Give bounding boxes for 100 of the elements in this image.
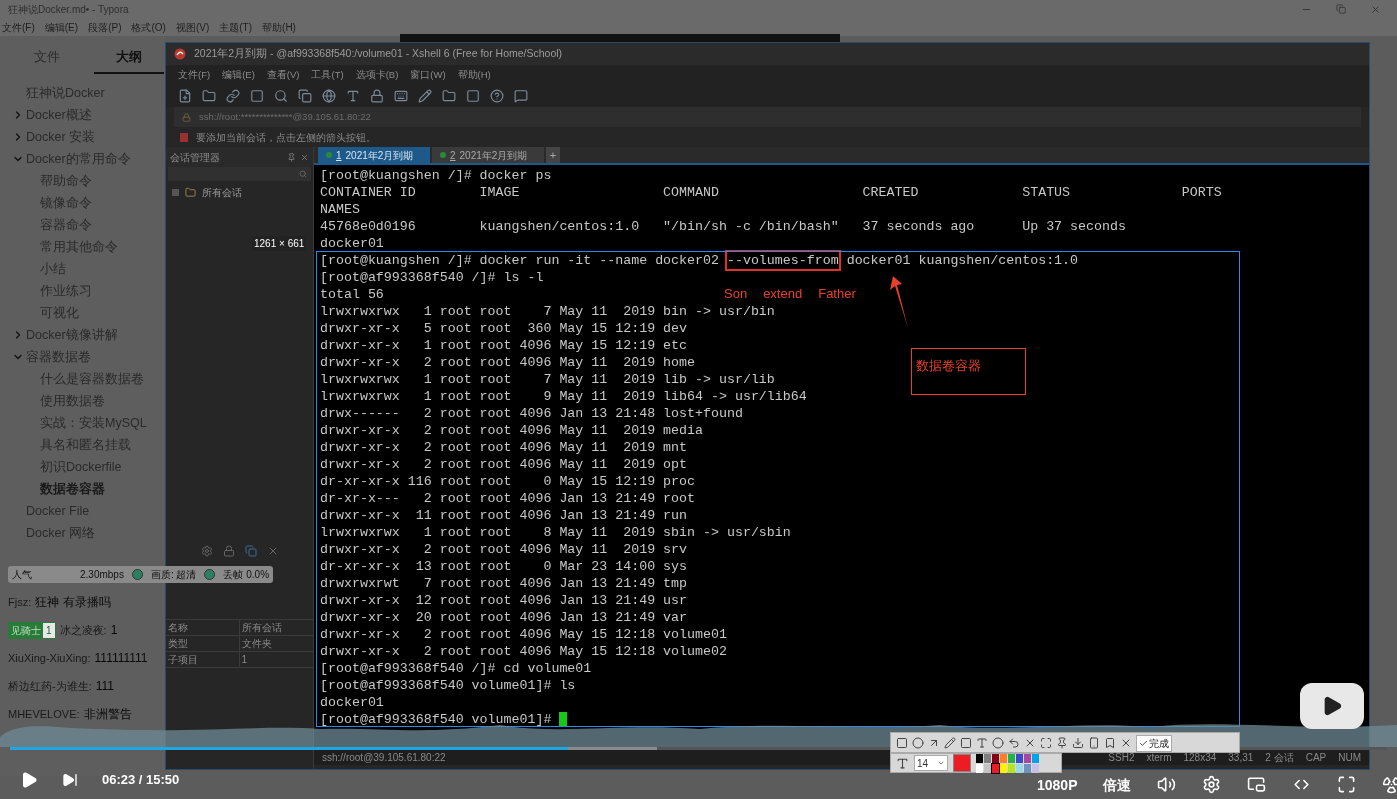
search-field[interactable] [168, 167, 311, 181]
status-text: ssh://root@39.105.61.80:22 [322, 750, 446, 765]
progress-track[interactable] [10, 747, 1387, 750]
arrow-tool-icon[interactable] [928, 737, 940, 749]
rectangle-tool-icon[interactable] [896, 737, 908, 749]
outline-item[interactable]: 数据卷容器 [40, 479, 105, 499]
link-icon[interactable] [226, 89, 240, 103]
copy-icon[interactable] [298, 89, 312, 103]
address-field[interactable]: ssh://root:**************@39.105.61.80:22 [199, 109, 371, 125]
menu-item[interactable]: 窗口(W) [410, 67, 446, 83]
comment-text: 1 [110, 622, 118, 639]
terminal-line: 45768e0d0196 kuangshen/centos:1.0 "/bin/sh -c /bin/bash" 37 seconds ago Up 37 seconds [320, 218, 1126, 235]
menu-item[interactable]: 查看(V) [266, 67, 300, 83]
color-swatch[interactable] [1032, 753, 1039, 763]
phone-icon[interactable] [1088, 737, 1100, 749]
color-swatch[interactable] [1008, 763, 1015, 773]
help-icon[interactable] [490, 89, 504, 103]
panel-title: 会话管理器 [170, 150, 220, 165]
color-swatch[interactable] [976, 763, 983, 773]
session-tab[interactable]: 2 2021年2月到期 [432, 147, 544, 163]
gear-icon[interactable] [200, 545, 213, 557]
color-swatch[interactable] [1024, 753, 1031, 763]
new-file-icon[interactable] [178, 89, 192, 103]
menu-item[interactable]: 段落(P) [88, 19, 122, 35]
lock-icon[interactable] [222, 545, 235, 557]
fullscreen-icon[interactable] [1337, 775, 1357, 794]
play-icon[interactable] [20, 770, 38, 789]
frame-drop-text: 丢帧 0.0% [223, 568, 270, 582]
folder-icon[interactable] [442, 89, 456, 103]
annotation-text: Son [724, 285, 748, 303]
text-tool-icon[interactable] [976, 737, 988, 749]
quality-button[interactable]: 1080P [1037, 776, 1078, 793]
menu-item[interactable]: 编辑(E) [44, 19, 79, 35]
current-color-swatch[interactable] [953, 754, 971, 772]
download-icon[interactable] [1072, 737, 1084, 749]
pin-icon[interactable] [287, 152, 296, 162]
pin-icon[interactable] [1056, 737, 1068, 749]
color-swatch[interactable] [1016, 753, 1023, 763]
color-swatch[interactable] [984, 763, 991, 773]
terminal-line: [root@kuangshen /]# docker ps [320, 167, 552, 184]
menu-item[interactable]: 帮助(H) [457, 67, 491, 83]
color-swatch[interactable] [1016, 763, 1023, 773]
color-swatch[interactable] [1008, 753, 1015, 763]
terminal-line: drwxr-xr-x 2 root root 4096 May 15 12:18 volume02 [320, 643, 727, 660]
speed-button[interactable]: 倍速 [1103, 776, 1132, 793]
color-swatch[interactable] [1000, 753, 1007, 763]
session-tab[interactable]: 1 2021年2月到期 [318, 147, 430, 163]
color-swatch[interactable] [1024, 763, 1031, 773]
menu-item[interactable]: 文件(F) [178, 67, 211, 83]
bookmark-icon [180, 132, 188, 142]
menu-item[interactable]: 文件(F) [2, 19, 35, 35]
pencil-tool-icon[interactable] [944, 737, 956, 749]
comment-user: MHEVELOVE: [8, 706, 80, 722]
color-swatch[interactable] [992, 753, 999, 763]
menu-item[interactable]: 帮助(H) [262, 19, 296, 35]
color-swatch[interactable] [976, 753, 983, 763]
cut-icon[interactable] [1024, 737, 1036, 749]
search-icon[interactable] [274, 89, 288, 103]
lock-icon[interactable] [370, 89, 384, 103]
color-swatch[interactable] [992, 763, 999, 773]
picture-in-picture-icon[interactable] [1247, 775, 1267, 794]
close-icon[interactable] [1120, 737, 1132, 749]
menu-item[interactable]: 编辑(E) [222, 67, 255, 83]
menu-item[interactable]: 视图(V) [175, 19, 210, 35]
color-swatch[interactable] [1032, 763, 1039, 773]
bookmark-icon[interactable] [1104, 737, 1116, 749]
terminal-line: [root@af993368f540 volume01]# ls [320, 677, 576, 694]
menu-item[interactable]: 工具(T) [311, 67, 344, 83]
globe-icon[interactable] [322, 89, 336, 103]
font-icon[interactable] [346, 89, 360, 103]
close-icon[interactable] [300, 152, 309, 162]
terminal-line: drwxr-xr-x 1 root root 4096 May 15 12:19 etc [320, 337, 688, 354]
window-icon[interactable] [250, 89, 264, 103]
undo-icon[interactable] [1008, 737, 1020, 749]
terminal-line: drwx------ 2 root root 4096 Jan 13 21:48 lost+found [320, 405, 743, 422]
done-button[interactable]: 完成 [1136, 734, 1172, 752]
color-swatch[interactable] [984, 753, 991, 763]
color-swatch[interactable] [1000, 763, 1007, 773]
ellipse-tool-icon[interactable] [912, 737, 924, 749]
keyboard-icon[interactable] [394, 89, 408, 103]
volume-icon[interactable] [1157, 775, 1177, 794]
menu-item[interactable]: 选项卡(B) [355, 67, 399, 83]
font-size-select[interactable]: 14 [914, 755, 948, 771]
terminal-line: docker01 [320, 235, 384, 252]
chat-icon[interactable] [514, 89, 528, 103]
menu-item[interactable]: 主题(T) [219, 19, 253, 35]
terminal-line: drwxr-xr-x 2 root root 4096 May 11 2019 opt [320, 456, 688, 473]
folder-icon[interactable] [202, 89, 216, 103]
menu-item[interactable]: 格式(O) [131, 19, 166, 35]
terminal-line: drwxr-xr-x 2 root root 4096 May 11 2019 mnt [320, 439, 688, 456]
next-icon[interactable] [62, 771, 78, 788]
comment-text: 非洲警告 [83, 706, 132, 723]
new-tab-button[interactable]: + [546, 147, 560, 163]
radiation-icon[interactable] [1382, 775, 1397, 794]
big-play-button[interactable] [1300, 683, 1364, 729]
tree-item[interactable]: 所有会话 [202, 184, 242, 200]
hint-text: 要添加当前会话，点击左侧的箭头按钮。 [196, 130, 376, 145]
expand-icon[interactable] [1040, 737, 1052, 749]
settings-icon[interactable] [1202, 775, 1222, 794]
pencil-icon[interactable] [418, 89, 432, 103]
